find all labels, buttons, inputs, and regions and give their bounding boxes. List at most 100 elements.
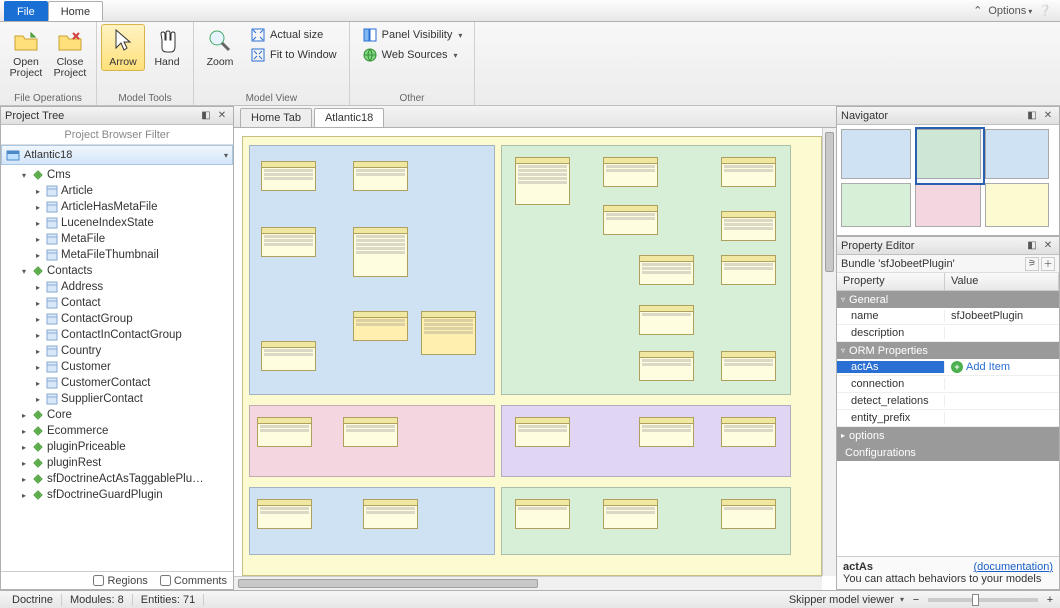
arrow-tool-button[interactable]: Arrow xyxy=(101,24,145,71)
navigator-panel: Navigator ◧ ✕ xyxy=(836,106,1060,236)
prop-section-orm[interactable]: ▿ORM Properties xyxy=(837,342,1059,359)
comments-checkbox[interactable]: Comments xyxy=(160,575,227,587)
add-item-button[interactable]: +Add Item xyxy=(951,361,1010,373)
tree-entity[interactable]: ▸Article xyxy=(1,183,233,199)
tree-entity[interactable]: ▸ContactGroup xyxy=(1,311,233,327)
navigator-minimap[interactable] xyxy=(837,125,1059,235)
globe-icon xyxy=(362,47,378,63)
tree-entity[interactable]: ▸Country xyxy=(1,343,233,359)
dock-icon[interactable]: ◧ xyxy=(1025,109,1039,123)
project-tree[interactable]: ▾Cms▸Article▸ArticleHasMetaFile▸LuceneIn… xyxy=(1,165,233,571)
collapse-ribbon-icon[interactable]: ⌃ xyxy=(973,4,982,17)
hand-tool-button[interactable]: Hand xyxy=(145,24,189,71)
tree-entity[interactable]: ▸ContactInContactGroup xyxy=(1,327,233,343)
prop-section-general[interactable]: ▿General xyxy=(837,291,1059,308)
ribbon-group-label: Model View xyxy=(198,92,345,105)
web-sources-button[interactable]: Web Sources▾ xyxy=(358,46,467,64)
fit-window-icon xyxy=(250,47,266,63)
ribbon-group-other: Panel Visibility▾ Web Sources▾ Other xyxy=(350,22,476,105)
documentation-link[interactable]: (documentation) xyxy=(973,561,1053,573)
cursor-icon xyxy=(109,27,137,55)
project-icon xyxy=(6,148,20,162)
panel-title: Navigator xyxy=(841,110,888,122)
tree-module[interactable]: ▸sfDoctrineActAsTaggablePlu… xyxy=(1,471,233,487)
zoom-out-button[interactable]: − xyxy=(910,594,922,606)
filter-icon[interactable]: ⚞ xyxy=(1025,257,1039,271)
prop-row-name[interactable]: namesfJobeetPlugin xyxy=(837,308,1059,325)
project-root[interactable]: Atlantic18 ▾ xyxy=(1,145,233,165)
prop-row-actas[interactable]: actAs +Add Item xyxy=(837,359,1059,376)
folder-close-icon xyxy=(56,27,84,55)
document-tabs: Home Tab Atlantic18 xyxy=(234,106,836,128)
tree-module[interactable]: ▸pluginRest xyxy=(1,455,233,471)
tree-entity[interactable]: ▸Customer xyxy=(1,359,233,375)
tree-entity[interactable]: ▸Contact xyxy=(1,295,233,311)
doc-tab-home[interactable]: Home Tab xyxy=(240,108,312,127)
ribbon-group-label: File Operations xyxy=(4,92,92,105)
tree-module[interactable]: ▾Cms xyxy=(1,167,233,183)
status-entities: Entities: 71 xyxy=(133,594,204,606)
prop-section-config[interactable]: Configurations xyxy=(837,444,1059,461)
doc-tab-atlantic18[interactable]: Atlantic18 xyxy=(314,108,384,127)
close-icon[interactable]: ✕ xyxy=(1041,109,1055,123)
tree-entity[interactable]: ▸SupplierContact xyxy=(1,391,233,407)
prop-row-detect[interactable]: detect_relations xyxy=(837,393,1059,410)
horizontal-scrollbar[interactable] xyxy=(234,576,822,590)
tree-entity[interactable]: ▸Address xyxy=(1,279,233,295)
tree-entity[interactable]: ▸MetaFile xyxy=(1,231,233,247)
add-property-icon[interactable]: ＋ xyxy=(1041,257,1055,271)
tree-entity[interactable]: ▸CustomerContact xyxy=(1,375,233,391)
prop-section-options[interactable]: ▸options xyxy=(837,427,1059,444)
model-canvas[interactable] xyxy=(234,128,836,590)
tree-module[interactable]: ▸pluginPriceable xyxy=(1,439,233,455)
dock-icon[interactable]: ◧ xyxy=(1025,239,1039,253)
open-project-button[interactable]: Open Project xyxy=(4,24,48,82)
prop-row-prefix[interactable]: entity_prefix xyxy=(837,410,1059,427)
project-filter[interactable]: Project Browser Filter xyxy=(1,125,233,145)
brand-label: Skipper model viewer xyxy=(789,594,894,606)
tree-entity[interactable]: ▸LuceneIndexState xyxy=(1,215,233,231)
panel-title: Project Tree xyxy=(5,110,64,122)
tree-module[interactable]: ▾Contacts xyxy=(1,263,233,279)
panel-icon xyxy=(362,27,378,43)
zoom-in-button[interactable]: + xyxy=(1044,594,1056,606)
tree-module[interactable]: ▸Core xyxy=(1,407,233,423)
property-context: Bundle 'sfJobeetPlugin' xyxy=(841,258,955,270)
property-grid-header: Property Value xyxy=(837,273,1059,291)
ribbon-group-label: Other xyxy=(354,92,471,105)
zoom-button[interactable]: Zoom xyxy=(198,24,242,71)
actual-size-icon xyxy=(250,27,266,43)
panel-visibility-button[interactable]: Panel Visibility▾ xyxy=(358,26,467,44)
status-orm: Doctrine xyxy=(4,594,62,606)
tree-entity[interactable]: ▸ArticleHasMetaFile xyxy=(1,199,233,215)
panel-title: Property Editor xyxy=(841,240,914,252)
tree-module[interactable]: ▸sfDoctrineGuardPlugin xyxy=(1,487,233,503)
status-modules: Modules: 8 xyxy=(62,594,133,606)
tab-file[interactable]: File xyxy=(4,1,48,21)
help-icon[interactable]: ❔ xyxy=(1038,4,1052,17)
tab-home[interactable]: Home xyxy=(48,1,103,21)
zoom-icon xyxy=(206,27,234,55)
options-menu[interactable]: Options▾ xyxy=(988,5,1032,17)
property-editor-panel: Property Editor ◧ ✕ Bundle 'sfJobeetPlug… xyxy=(836,236,1060,590)
close-project-button[interactable]: Close Project xyxy=(48,24,92,82)
project-tree-panel: Project Tree ◧ ✕ Project Browser Filter … xyxy=(0,106,234,590)
chevron-down-icon[interactable]: ▾ xyxy=(224,151,228,160)
tree-entity[interactable]: ▸MetaFileThumbnail xyxy=(1,247,233,263)
ribbon-group-label: Model Tools xyxy=(101,92,189,105)
zoom-slider[interactable] xyxy=(928,598,1038,602)
tree-module[interactable]: ▸Ecommerce xyxy=(1,423,233,439)
regions-checkbox[interactable]: Regions xyxy=(93,575,147,587)
prop-row-description[interactable]: description xyxy=(837,325,1059,342)
dock-icon[interactable]: ◧ xyxy=(199,109,213,123)
fit-window-button[interactable]: Fit to Window xyxy=(246,46,341,64)
status-bar: Doctrine Modules: 8 Entities: 71 Skipper… xyxy=(0,590,1060,608)
actual-size-button[interactable]: Actual size xyxy=(246,26,341,44)
brand-dropdown-icon[interactable]: ▾ xyxy=(900,595,904,604)
editor-area: Home Tab Atlantic18 xyxy=(234,106,836,590)
close-icon[interactable]: ✕ xyxy=(215,109,229,123)
close-icon[interactable]: ✕ xyxy=(1041,239,1055,253)
vertical-scrollbar[interactable] xyxy=(822,128,836,576)
folder-open-icon xyxy=(12,27,40,55)
prop-row-connection[interactable]: connection xyxy=(837,376,1059,393)
